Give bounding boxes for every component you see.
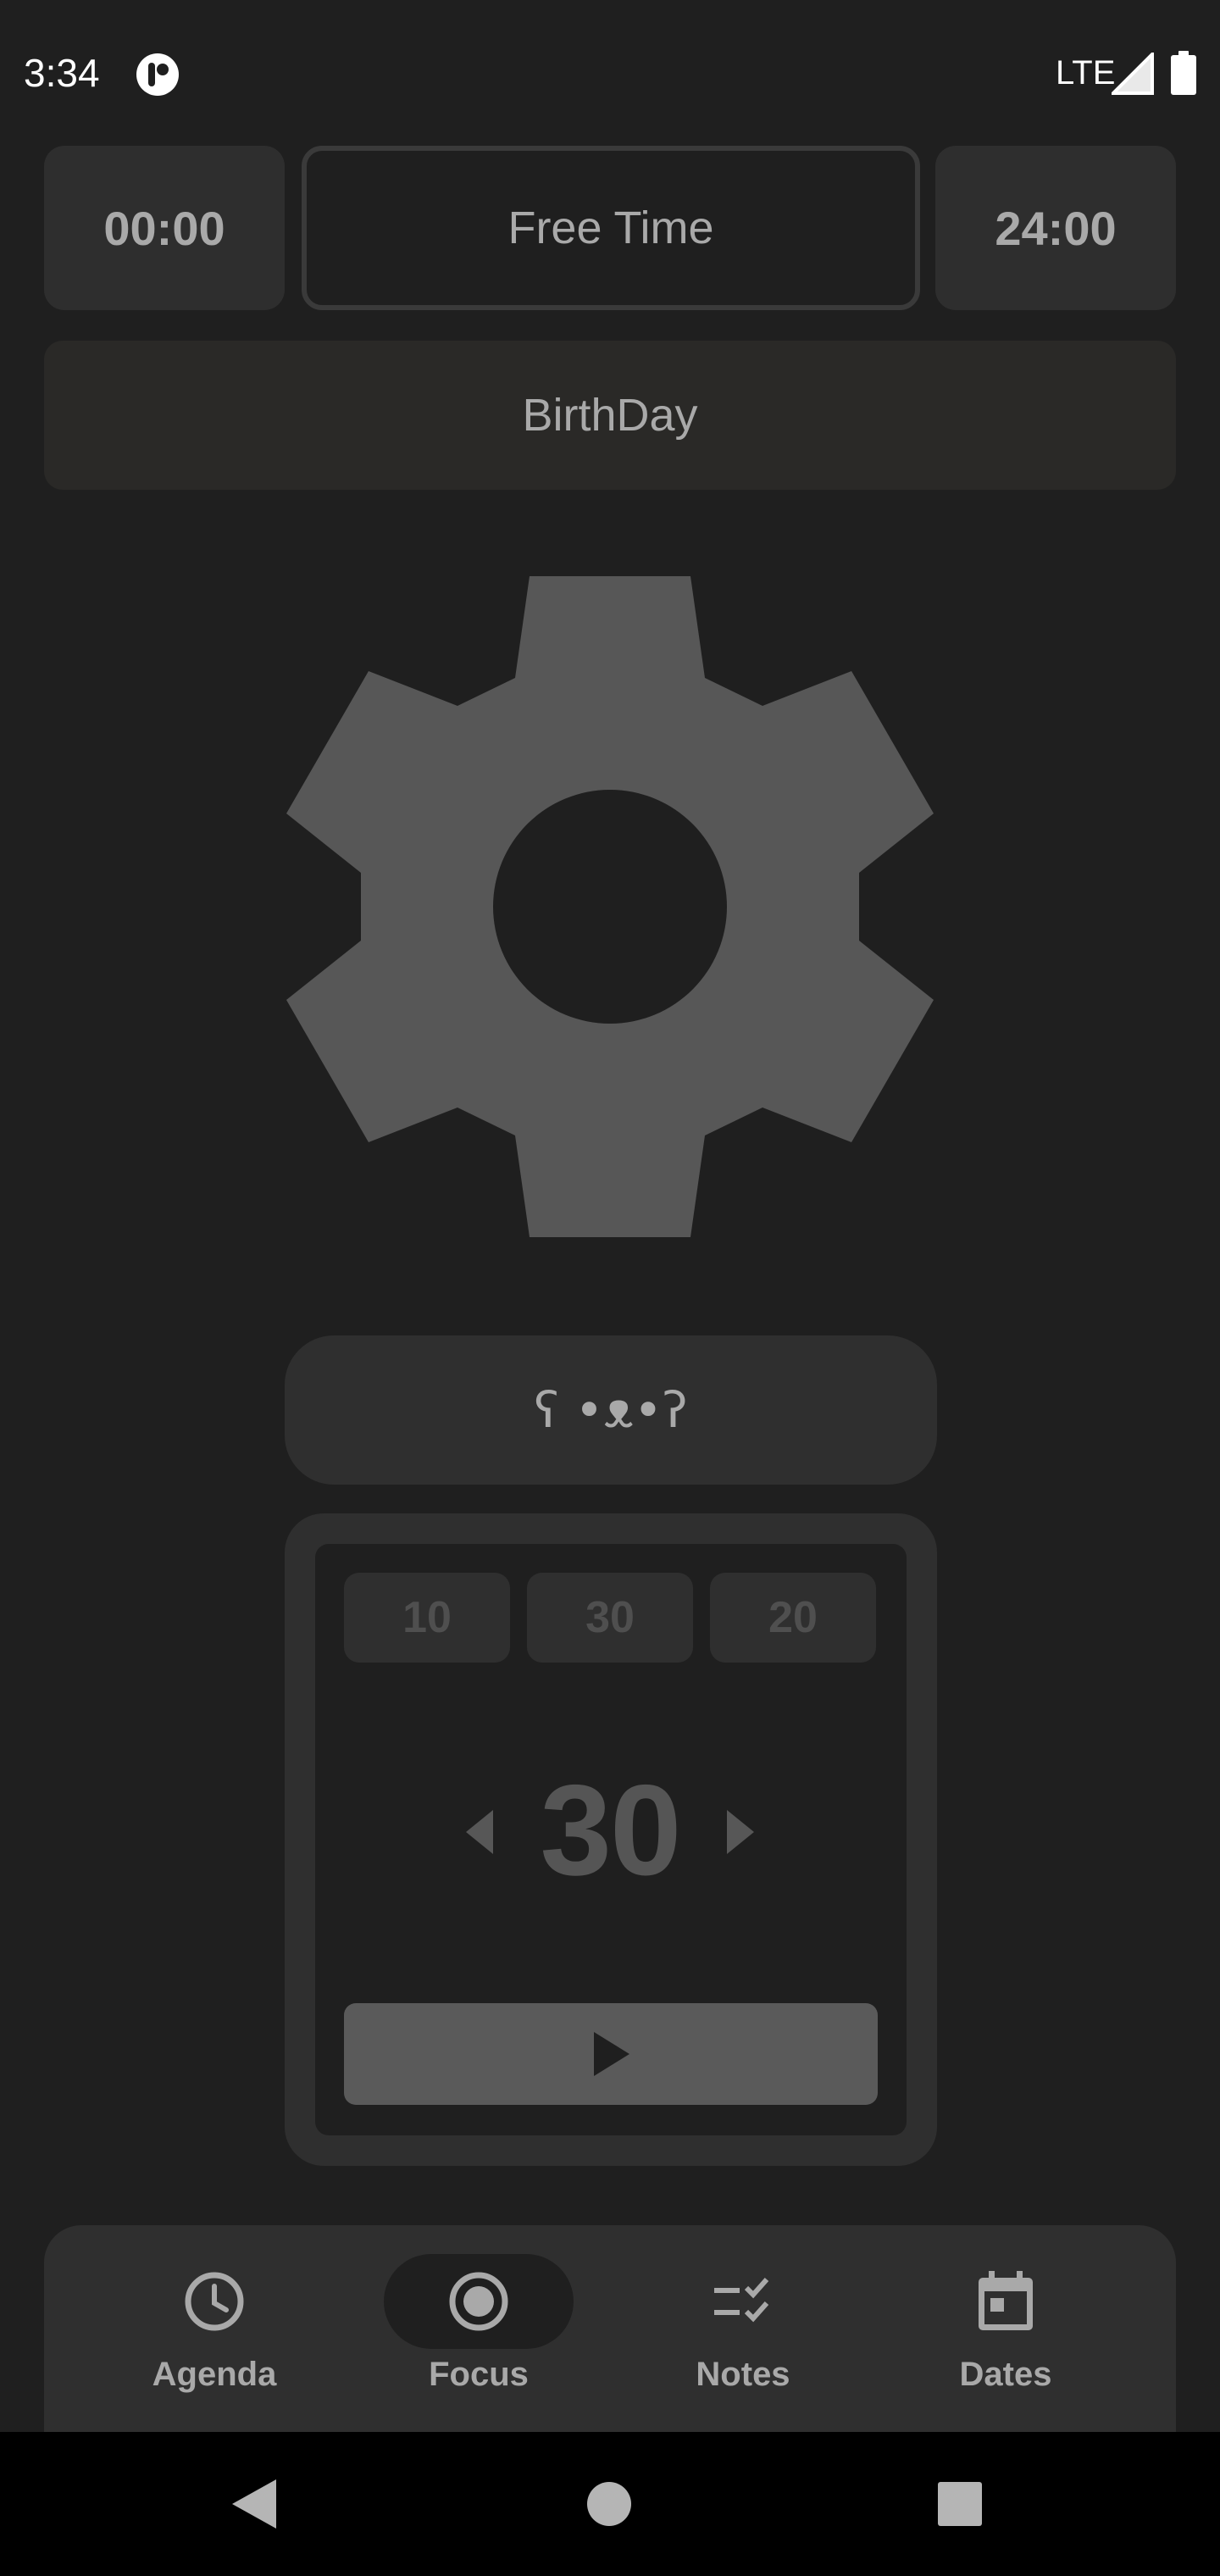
end-time-button[interactable]: 24:00	[935, 146, 1176, 310]
battery-icon	[1171, 51, 1196, 95]
nav-label: Focus	[429, 2356, 529, 2393]
timer-value: 30	[540, 1757, 681, 1902]
nav-item-agenda[interactable]: Agenda	[92, 2254, 337, 2407]
recents-icon[interactable]	[937, 2481, 983, 2527]
status-time: 3:34	[24, 51, 100, 95]
preset-button[interactable]: 20	[710, 1573, 876, 1663]
nav-label: Notes	[696, 2356, 790, 2393]
nav-pill	[648, 2254, 838, 2349]
schedule-title-button[interactable]: Free Time	[302, 146, 920, 310]
nav-label: Dates	[959, 2356, 1052, 2393]
play-icon	[594, 2032, 629, 2076]
home-icon[interactable]	[586, 2481, 632, 2527]
calendar-icon	[979, 2271, 1033, 2330]
event-banner[interactable]: BirthDay	[44, 341, 1176, 490]
checklist-icon	[714, 2278, 769, 2323]
app-notification-icon	[136, 53, 179, 96]
preset-button[interactable]: 10	[344, 1573, 510, 1663]
preset-button[interactable]: 30	[527, 1573, 693, 1663]
start-timer-button[interactable]	[344, 2003, 878, 2105]
nav-label: Agenda	[152, 2356, 277, 2393]
nav-item-notes[interactable]: Notes	[620, 2254, 866, 2407]
clock-icon	[185, 2272, 244, 2331]
start-time-button[interactable]: 00:00	[44, 146, 285, 310]
nav-pill	[119, 2254, 309, 2349]
nav-pill	[911, 2254, 1101, 2349]
nav-item-focus[interactable]: Focus	[356, 2254, 602, 2407]
focus-target-icon	[449, 2272, 508, 2331]
signal-icon	[1112, 53, 1154, 95]
nav-item-dates[interactable]: Dates	[883, 2254, 1128, 2407]
gear-icon[interactable]	[285, 573, 935, 1241]
back-icon[interactable]	[230, 2478, 278, 2530]
decrease-arrow-icon[interactable]	[464, 1808, 495, 1856]
network-type-label: LTE	[1056, 54, 1116, 92]
nav-pill-active	[384, 2254, 574, 2349]
increase-arrow-icon[interactable]	[725, 1808, 756, 1856]
mood-button[interactable]: ʕ •ᴥ•ʔ	[285, 1335, 937, 1485]
